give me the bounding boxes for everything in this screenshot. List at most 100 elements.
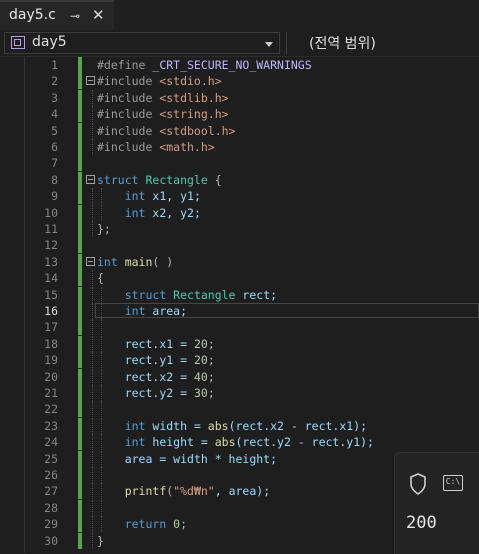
change-indicator xyxy=(78,221,82,237)
pin-icon[interactable]: ⊸ xyxy=(70,9,80,23)
change-indicator xyxy=(78,368,82,385)
code-token: return xyxy=(124,517,174,532)
code-line[interactable]: 1 #define _CRT_SECURE_NO_WARNINGS xyxy=(0,57,479,73)
tab-day5-c[interactable]: day5.c ⊸ ✕ xyxy=(0,0,114,30)
fold-guide xyxy=(92,532,93,549)
code-line[interactable]: 15 struct Rectangle rect; xyxy=(0,286,479,303)
code-line[interactable]: 11}; xyxy=(0,221,479,237)
fold-guide xyxy=(92,139,93,155)
code-line[interactable]: 19 rect.y1 = 20; xyxy=(0,352,479,369)
program-output: 200 xyxy=(406,513,437,533)
scope-dropdown[interactable]: (전역 범위) xyxy=(286,32,479,54)
code-token: area = width * height; xyxy=(124,451,278,466)
code-line[interactable]: 2 #include <stdio.h> xyxy=(0,73,479,90)
code-line[interactable]: 17 xyxy=(0,319,479,336)
line-number: 20 xyxy=(44,369,58,384)
close-icon[interactable]: ✕ xyxy=(92,6,105,24)
code-line[interactable]: 20 rect.x2 = 40; xyxy=(0,368,479,385)
change-indicator xyxy=(78,106,82,123)
console-icon[interactable]: C:\ xyxy=(443,475,463,491)
code-token: int xyxy=(124,435,153,450)
code-token: printf xyxy=(124,484,167,499)
line-number: 11 xyxy=(44,222,58,236)
code-line[interactable]: 18 rect.x1 = 20; xyxy=(0,335,479,352)
code-line[interactable]: 13 int main( ) xyxy=(0,253,479,270)
code-text: }; xyxy=(97,221,111,237)
tab-bar: day5.c ⊸ ✕ xyxy=(0,0,479,32)
line-number: 13 xyxy=(44,254,58,269)
shield-icon[interactable] xyxy=(409,473,427,495)
code-token: struct xyxy=(97,172,146,187)
change-indicator xyxy=(78,434,82,451)
code-line[interactable]: 7 xyxy=(0,155,479,172)
change-indicator xyxy=(78,188,82,205)
code-token: "%d₩n" xyxy=(173,484,215,499)
code-text: rect.x2 = 40; xyxy=(97,369,215,385)
code-line[interactable]: 22 xyxy=(0,401,479,418)
code-line[interactable]: 12 xyxy=(0,237,479,254)
code-token: rect; xyxy=(242,287,278,302)
code-line[interactable]: 14 { xyxy=(0,270,479,287)
fold-guide xyxy=(92,303,93,319)
code-text: int area; xyxy=(97,303,187,319)
code-token: abs xyxy=(207,418,229,433)
change-indicator xyxy=(78,89,82,106)
code-line[interactable]: 10 int x2, y2; xyxy=(0,204,479,221)
project-dropdown[interactable]: day5 xyxy=(4,32,280,54)
indent-guide xyxy=(101,467,102,483)
code-text: int x2, y2; xyxy=(97,205,201,221)
code-token: int xyxy=(97,254,125,269)
code-text: #include <math.h> xyxy=(97,139,215,155)
code-token: int xyxy=(124,189,153,204)
code-token: ; xyxy=(207,369,215,384)
chevron-down-icon[interactable] xyxy=(265,42,273,47)
code-token: ; xyxy=(207,353,215,368)
code-line[interactable]: 23 int width = abs(rect.x2 - rect.x1); xyxy=(0,417,479,434)
collapse-icon[interactable] xyxy=(86,256,95,266)
code-token: ; xyxy=(180,517,188,532)
code-line[interactable]: 5 #include <stdbool.h> xyxy=(0,122,479,139)
fold-guide xyxy=(92,417,93,434)
change-indicator xyxy=(78,171,82,188)
fold-guide xyxy=(92,89,93,106)
collapse-icon[interactable] xyxy=(86,174,95,184)
collapse-icon[interactable] xyxy=(86,76,95,86)
code-text: rect.x1 = 20; xyxy=(97,336,215,352)
code-line[interactable]: 24 int height = abs(rect.y2 - rect.y1); xyxy=(0,434,479,451)
change-indicator xyxy=(78,303,82,319)
code-text: { xyxy=(97,270,104,286)
code-line[interactable]: 16 int area; xyxy=(0,303,479,319)
code-text: rect.y1 = 20; xyxy=(97,352,215,368)
line-number: 16 xyxy=(44,304,58,318)
code-line[interactable]: 3 #include <stdlib.h> xyxy=(0,89,479,106)
code-token: <math.h> xyxy=(159,140,215,154)
fold-guide xyxy=(92,221,93,237)
scope-label: (전역 범위) xyxy=(309,36,376,52)
line-number: 9 xyxy=(51,189,58,204)
output-panel: C:\ 200 xyxy=(394,452,479,554)
code-line[interactable]: 9 int x1, y1; xyxy=(0,188,479,205)
line-number: 27 xyxy=(44,484,58,499)
code-token: rect.x1 = xyxy=(124,336,194,351)
line-number: 8 xyxy=(51,172,58,187)
change-indicator xyxy=(78,139,82,155)
indent-guide xyxy=(101,319,102,336)
code-line[interactable]: 21 rect.y2 = 30; xyxy=(0,385,479,401)
code-text: } xyxy=(97,533,104,549)
fold-guide xyxy=(92,516,93,533)
navigation-bar: day5 (전역 범위) xyxy=(0,30,479,57)
line-number: 18 xyxy=(44,336,58,351)
code-token: rect.x2 = xyxy=(124,369,194,384)
code-token: _CRT_SECURE_NO_WARNINGS xyxy=(152,58,312,72)
fold-guide xyxy=(92,434,93,451)
fold-guide xyxy=(92,106,93,123)
change-indicator xyxy=(78,253,82,270)
code-line[interactable]: 8 struct Rectangle { xyxy=(0,171,479,188)
fold-guide xyxy=(92,483,93,500)
code-line[interactable]: 6 #include <math.h> xyxy=(0,139,479,155)
code-token: height = xyxy=(152,435,215,450)
indent-guide xyxy=(101,499,102,516)
code-line[interactable]: 4 #include <string.h> xyxy=(0,106,479,123)
code-token: #include xyxy=(97,107,160,122)
